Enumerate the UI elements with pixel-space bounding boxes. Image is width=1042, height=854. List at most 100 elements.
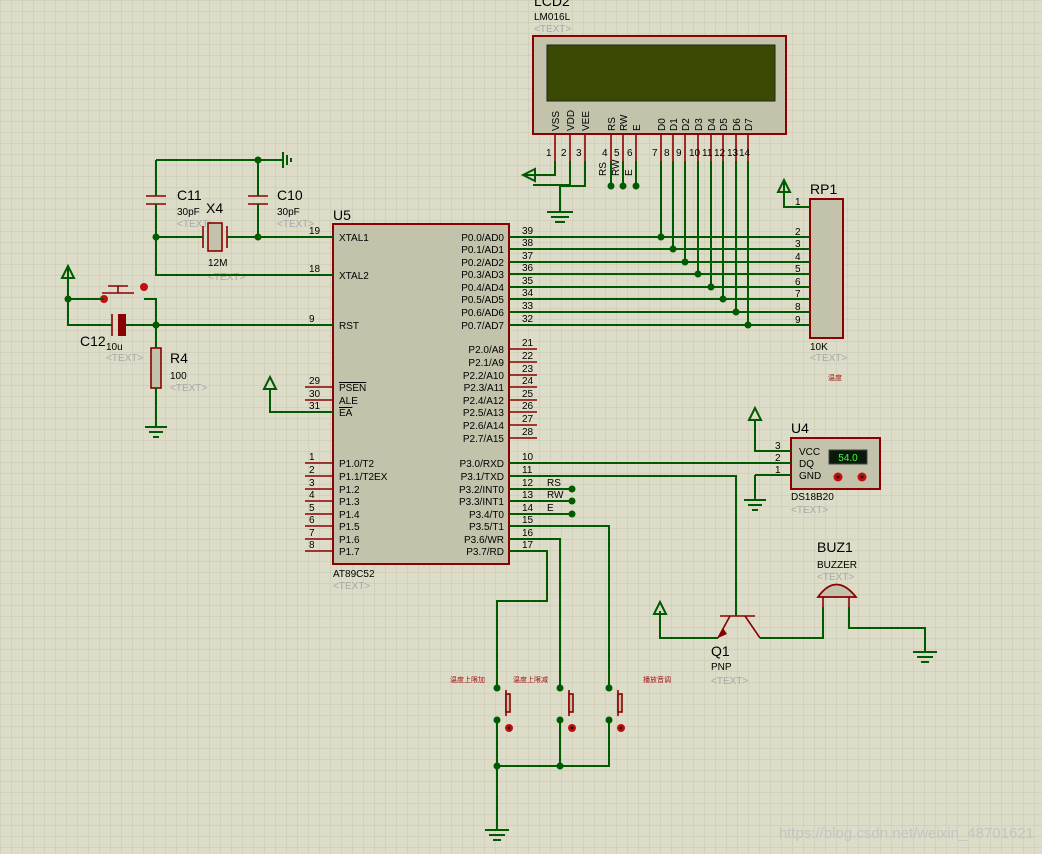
lcd-pin-d1-label: D1 (669, 118, 680, 131)
mcu-pin-23-label: P2.2/A10 (463, 371, 505, 382)
mcu-pin-2-label: P1.1/T2EX (339, 472, 388, 483)
mcu-pin-11-label: P3.1/TXD (461, 472, 504, 483)
mcu-pin-4-number: 4 (309, 490, 315, 501)
u4-reading: 54.0 (838, 453, 858, 464)
mcu-pin-14-number: 14 (522, 503, 534, 514)
lcd-net-rw: RW (611, 159, 622, 176)
lcd-screen (546, 44, 776, 102)
mcu-pin-8-number: 8 (309, 540, 315, 551)
mcu-ref: U5 (333, 207, 351, 223)
lcd-pin-number: 4 (602, 148, 608, 159)
mcu-pin-24-label: P2.3/A11 (464, 383, 505, 394)
buz1-ref: BUZ1 (817, 539, 853, 555)
lcd-pin-vss-label: VSS (551, 111, 562, 131)
lcd-pin-number: 2 (561, 148, 567, 159)
mcu-net-rs: RS (547, 478, 561, 489)
mcu-pin-28-label: P2.7/A15 (463, 434, 505, 445)
q1-text-placeholder: <TEXT> (711, 676, 748, 687)
u4-pin-vcc-label: VCC (799, 447, 820, 458)
mcu-pin-32-number: 32 (522, 314, 534, 325)
mcu-pin-39-label: P0.0/AD0 (461, 233, 504, 244)
mcu-pin-16-label: P3.6/WR (464, 535, 504, 546)
mcu-pin-13-number: 13 (522, 490, 534, 501)
rp1-text-placeholder: <TEXT> (810, 353, 847, 364)
lcd-pin-number: 12 (714, 148, 726, 159)
lcd-pin-vee-label: VEE (581, 111, 592, 131)
lcd-net-e: E (624, 169, 635, 176)
mcu-pin-37-label: P0.2/AD2 (461, 258, 504, 269)
mcu-pin-27-label: P2.6/A14 (463, 421, 505, 432)
c11-ref: C11 (177, 187, 202, 203)
mcu-pin-19-label: XTAL1 (339, 233, 369, 244)
mcu-pin-2-number: 2 (309, 465, 315, 476)
lcd-pin-number: 6 (627, 148, 633, 159)
u4-part: DS18B20 (791, 492, 834, 503)
mcu-pin-12-label: P3.2/INT0 (459, 485, 504, 496)
buz1-part: BUZZER (817, 560, 857, 571)
c10-text-placeholder: <TEXT> (277, 219, 314, 230)
mcu-pin-9-number: 9 (309, 314, 315, 325)
mcu-pin-33-label: P0.6/AD6 (461, 308, 504, 319)
push-button-2-label: 温度上限减 (513, 675, 548, 684)
mcu-pin-3-label: P1.2 (339, 485, 360, 496)
mcu-part: AT89C52 (333, 569, 375, 580)
mcu-pin-34-label: P0.5/AD5 (461, 295, 504, 306)
mcu-pin-36-number: 36 (522, 263, 534, 274)
mcu-pin-7-label: P1.6 (339, 535, 360, 546)
mcu-pin-24-number: 24 (522, 376, 534, 387)
mcu-pin-18-number: 18 (309, 264, 321, 275)
c12-text-placeholder: <TEXT> (106, 353, 143, 364)
mcu-pin-14-label: P3.4/T0 (469, 510, 504, 521)
buzzer-buz1[interactable]: BUZ1 BUZZER <TEXT> (816, 539, 858, 607)
mcu-pin-10-number: 10 (522, 452, 534, 463)
r4-ref: R4 (170, 350, 188, 366)
lcd-pin-number: 14 (739, 148, 751, 159)
lcd-pin-d0-label: D0 (657, 118, 668, 131)
mcu-pin-26-label: P2.5/A13 (463, 408, 505, 419)
lcd-pin-d3-label: D3 (694, 118, 705, 131)
lcd-pin-d5-label: D5 (719, 118, 730, 131)
lcd-text-placeholder: <TEXT> (534, 24, 571, 35)
c12-value: 10u (106, 342, 123, 353)
mcu-pin-21-number: 21 (522, 338, 534, 349)
mcu-pin-11-number: 11 (522, 465, 533, 476)
mcu-pin-15-number: 15 (522, 515, 534, 526)
rp1-body (809, 198, 844, 339)
mcu-pin-34-number: 34 (522, 288, 534, 299)
mcu-pin-5-label: P1.4 (339, 510, 360, 521)
mcu-pin-29-number: 29 (309, 376, 321, 387)
q1-ref: Q1 (711, 643, 730, 659)
push-button-3-label: 播放音调 (643, 675, 671, 684)
c11-value: 30pF (177, 207, 200, 218)
c10-value: 30pF (277, 207, 300, 218)
mcu-pin-30-label: ALE (339, 396, 358, 407)
rp1-value: 10K (810, 342, 828, 353)
lcd-pin-d7-label: D7 (744, 118, 755, 131)
mcu-pin-13-label: P3.3/INT1 (459, 497, 504, 508)
lcd-pin-d2-label: D2 (681, 118, 692, 131)
mcu-pin-31-number: 31 (309, 401, 321, 412)
mcu-pin-12-number: 12 (522, 478, 534, 489)
mcu-pin-6-number: 6 (309, 515, 315, 526)
u4-decrement-button[interactable] (833, 472, 843, 482)
mcu-pin-32-label: P0.7/AD7 (461, 321, 504, 332)
mcu-pin-30-number: 30 (309, 389, 321, 400)
mcu-pin-8-label: P1.7 (339, 547, 360, 558)
mcu-pin-25-number: 25 (522, 389, 534, 400)
mcu-pin-25-label: P2.4/A12 (463, 396, 505, 407)
q1-part: PNP (711, 662, 732, 673)
lcd-pin-number: 11 (702, 148, 713, 159)
lcd-pin-number: 7 (652, 148, 658, 159)
mcu-pin-35-number: 35 (522, 276, 534, 287)
lcd-pin-vdd-label: VDD (566, 110, 577, 131)
r4-text-placeholder: <TEXT> (170, 383, 207, 394)
mcu-net-e: E (547, 503, 554, 514)
lcd-pin-d6-label: D6 (732, 118, 743, 131)
lcd-pin-e-label: E (632, 124, 643, 131)
mcu-pin-28-number: 28 (522, 427, 534, 438)
u4-ref: U4 (791, 420, 809, 436)
mcu-at89c52[interactable]: U5 AT89C52 <TEXT> 19XTAL118XTAL29RST29PS… (305, 207, 537, 592)
u4-pin-dq-label: DQ (799, 459, 814, 470)
mcu-pin-31-label: EA (339, 408, 353, 419)
u4-increment-button[interactable] (857, 472, 867, 482)
